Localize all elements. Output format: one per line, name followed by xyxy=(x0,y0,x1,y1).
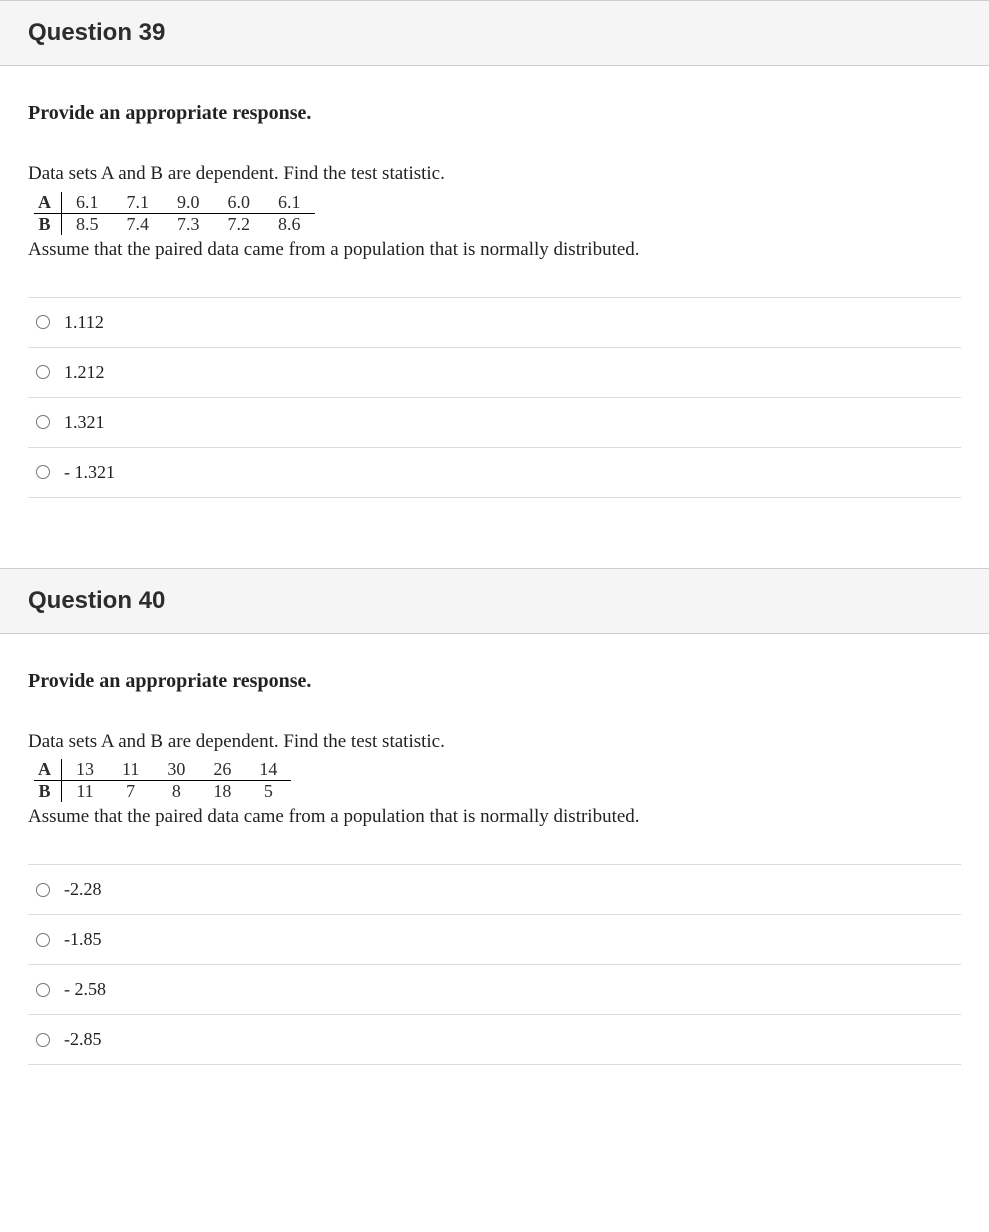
answer-options: 1.112 1.212 1.321 - 1.321 xyxy=(28,297,961,498)
prompt-text: Data sets A and B are dependent. Find th… xyxy=(28,161,961,188)
table-row-b: B 11 7 8 18 5 xyxy=(34,781,291,803)
option-label: -2.85 xyxy=(64,1029,102,1050)
cell: 26 xyxy=(199,759,245,781)
assumption-text: Assume that the paired data came from a … xyxy=(28,806,961,828)
row-label-a: A xyxy=(34,759,62,781)
option-label: 1.321 xyxy=(64,412,105,433)
option-label: -1.85 xyxy=(64,929,102,950)
answer-option[interactable]: -2.28 xyxy=(28,864,961,914)
cell: 7 xyxy=(108,781,153,803)
option-label: - 2.58 xyxy=(64,979,106,1000)
radio-input[interactable] xyxy=(36,415,50,429)
cell: 8 xyxy=(153,781,199,803)
row-label-a: A xyxy=(34,192,62,214)
radio-input[interactable] xyxy=(36,465,50,479)
prompt-text: Data sets A and B are dependent. Find th… xyxy=(28,729,961,756)
question-title: Question 39 xyxy=(28,19,961,47)
cell: 8.5 xyxy=(62,213,113,235)
answer-options: -2.28 -1.85 - 2.58 -2.85 xyxy=(28,864,961,1065)
option-label: - 1.321 xyxy=(64,462,115,483)
assumption-text: Assume that the paired data came from a … xyxy=(28,239,961,261)
cell: 11 xyxy=(108,759,153,781)
data-table: A 6.1 7.1 9.0 6.0 6.1 B 8.5 7.4 7.3 7.2 … xyxy=(34,192,315,235)
cell: 6.1 xyxy=(264,192,315,214)
cell: 7.3 xyxy=(163,213,214,235)
question-title: Question 40 xyxy=(28,587,961,615)
table-row-b: B 8.5 7.4 7.3 7.2 8.6 xyxy=(34,213,315,235)
cell: 7.1 xyxy=(113,192,164,214)
answer-option[interactable]: -1.85 xyxy=(28,914,961,964)
cell: 14 xyxy=(245,759,291,781)
radio-input[interactable] xyxy=(36,315,50,329)
cell: 7.4 xyxy=(113,213,164,235)
radio-input[interactable] xyxy=(36,883,50,897)
question-header: Question 40 xyxy=(0,568,989,634)
row-label-b: B xyxy=(34,781,62,803)
radio-input[interactable] xyxy=(36,983,50,997)
question-body: Provide an appropriate response. Data se… xyxy=(0,634,989,1076)
answer-option[interactable]: 1.321 xyxy=(28,397,961,447)
table-row-a: A 13 11 30 26 14 xyxy=(34,759,291,781)
cell: 18 xyxy=(199,781,245,803)
cell: 6.0 xyxy=(214,192,265,214)
cell: 7.2 xyxy=(214,213,265,235)
radio-input[interactable] xyxy=(36,365,50,379)
radio-input[interactable] xyxy=(36,1033,50,1047)
cell: 13 xyxy=(62,759,109,781)
option-label: 1.212 xyxy=(64,362,105,383)
data-table: A 13 11 30 26 14 B 11 7 8 18 5 xyxy=(34,759,291,802)
option-label: -2.28 xyxy=(64,879,102,900)
answer-option[interactable]: 1.112 xyxy=(28,297,961,347)
cell: 30 xyxy=(153,759,199,781)
question-body: Provide an appropriate response. Data se… xyxy=(0,66,989,508)
option-label: 1.112 xyxy=(64,312,104,333)
answer-option[interactable]: - 1.321 xyxy=(28,447,961,498)
answer-option[interactable]: 1.212 xyxy=(28,347,961,397)
instruction-text: Provide an appropriate response. xyxy=(28,670,961,693)
cell: 9.0 xyxy=(163,192,214,214)
table-row-a: A 6.1 7.1 9.0 6.0 6.1 xyxy=(34,192,315,214)
instruction-text: Provide an appropriate response. xyxy=(28,102,961,125)
question-header: Question 39 xyxy=(0,0,989,66)
cell: 11 xyxy=(62,781,109,803)
cell: 8.6 xyxy=(264,213,315,235)
cell: 5 xyxy=(245,781,291,803)
radio-input[interactable] xyxy=(36,933,50,947)
cell: 6.1 xyxy=(62,192,113,214)
question-39: Question 39 Provide an appropriate respo… xyxy=(0,0,989,508)
row-label-b: B xyxy=(34,213,62,235)
answer-option[interactable]: - 2.58 xyxy=(28,964,961,1014)
answer-option[interactable]: -2.85 xyxy=(28,1014,961,1065)
question-40: Question 40 Provide an appropriate respo… xyxy=(0,568,989,1076)
